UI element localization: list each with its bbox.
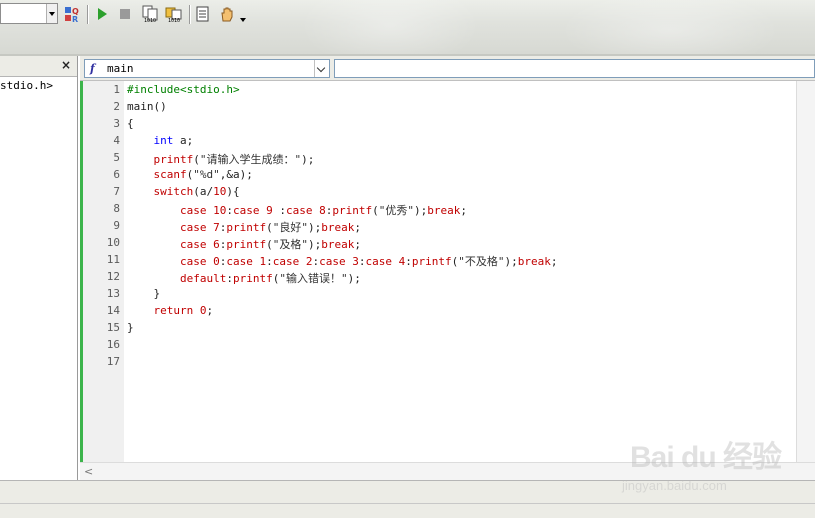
code-line[interactable]: scanf("%d",&a); [127, 168, 253, 181]
line-number: 4 [113, 134, 120, 147]
horizontal-scrollbar[interactable]: < [80, 462, 815, 480]
member-select[interactable] [334, 59, 815, 78]
line-number: 5 [113, 151, 120, 164]
svg-text:1010: 1010 [144, 18, 156, 23]
code-line[interactable]: case 7:printf("良好");break; [127, 219, 361, 235]
line-number: 3 [113, 117, 120, 130]
toolbar-separator [87, 5, 88, 24]
line-number: 16 [106, 338, 120, 351]
svg-text:R: R [72, 15, 78, 23]
code-line[interactable]: default:printf("输入错误！"); [127, 270, 361, 286]
line-number: 9 [113, 219, 120, 232]
status-bar [0, 480, 815, 518]
run-icon [98, 8, 107, 20]
line-number: 1 [113, 83, 120, 96]
debug-icon [196, 6, 209, 22]
stop-button[interactable] [116, 5, 134, 23]
build-button[interactable]: 1010 [141, 5, 159, 23]
rebuild-button[interactable]: 1010 [165, 5, 183, 23]
build-icon: 1010 [142, 5, 158, 23]
code-line[interactable]: } [127, 287, 160, 300]
left-panel-header: × [0, 56, 77, 77]
line-number: 11 [106, 253, 120, 266]
chevron-down-icon[interactable] [314, 60, 329, 77]
line-number: 7 [113, 185, 120, 198]
code-line[interactable]: int a; [127, 134, 194, 147]
toolbar-separator [189, 5, 190, 24]
line-number: 8 [113, 202, 120, 215]
line-number: 2 [113, 100, 120, 113]
run-button[interactable] [93, 5, 111, 23]
svg-text:1010: 1010 [168, 18, 180, 23]
more-arrow-icon[interactable] [238, 5, 248, 23]
line-number: 12 [106, 270, 120, 283]
hand-icon [221, 7, 233, 22]
code-line[interactable]: } [127, 321, 134, 334]
chevron-down-icon[interactable] [46, 4, 57, 23]
code-line[interactable]: printf("请输入学生成绩："); [127, 151, 315, 167]
code-line[interactable]: switch(a/10){ [127, 185, 240, 198]
compile-button[interactable]: QR [64, 5, 82, 23]
function-icon: f [90, 62, 95, 75]
line-number: 15 [106, 321, 120, 334]
code-line[interactable]: return 0; [127, 304, 214, 317]
left-panel-item[interactable]: stdio.h> [0, 79, 53, 92]
line-number: 10 [106, 236, 120, 249]
code-line[interactable]: #include<stdio.h> [127, 83, 240, 96]
function-navbar: f main [80, 56, 815, 81]
code-line[interactable]: case 6:printf("及格");break; [127, 236, 361, 252]
code-editor[interactable]: 1 2 3 4 5 6 7 8 9 10 11 12 13 14 15 16 17 #include<stdio… [80, 81, 796, 462]
rebuild-icon: 1010 [165, 7, 182, 23]
code-line[interactable]: case 10:case 9 :case 8:printf("优秀");brea… [127, 202, 467, 218]
close-icon[interactable]: × [59, 58, 73, 72]
left-panel: × stdio.h> [0, 56, 78, 480]
code-line[interactable]: case 0:case 1:case 2:case 3:case 4:print… [127, 253, 558, 269]
hand-button[interactable] [218, 5, 236, 23]
line-number-gutter: 1 2 3 4 5 6 7 8 9 10 11 12 13 14 15 16 17 [80, 81, 124, 462]
line-number: 17 [106, 355, 120, 368]
line-number: 14 [106, 304, 120, 317]
project-combo[interactable] [0, 3, 58, 24]
line-number: 13 [106, 287, 120, 300]
code-line[interactable]: main() [127, 100, 167, 113]
toolbar: QR 1010 1010 [0, 0, 815, 70]
function-select-value: main [107, 62, 134, 75]
stop-icon [120, 9, 130, 19]
function-select[interactable]: f main [84, 59, 330, 78]
vertical-scrollbar[interactable] [796, 81, 815, 462]
line-number: 6 [113, 168, 120, 181]
scroll-left-icon[interactable]: < [84, 465, 93, 478]
code-line[interactable]: { [127, 117, 134, 130]
debug-button[interactable] [194, 5, 212, 23]
compile-icon: QR [65, 7, 79, 23]
